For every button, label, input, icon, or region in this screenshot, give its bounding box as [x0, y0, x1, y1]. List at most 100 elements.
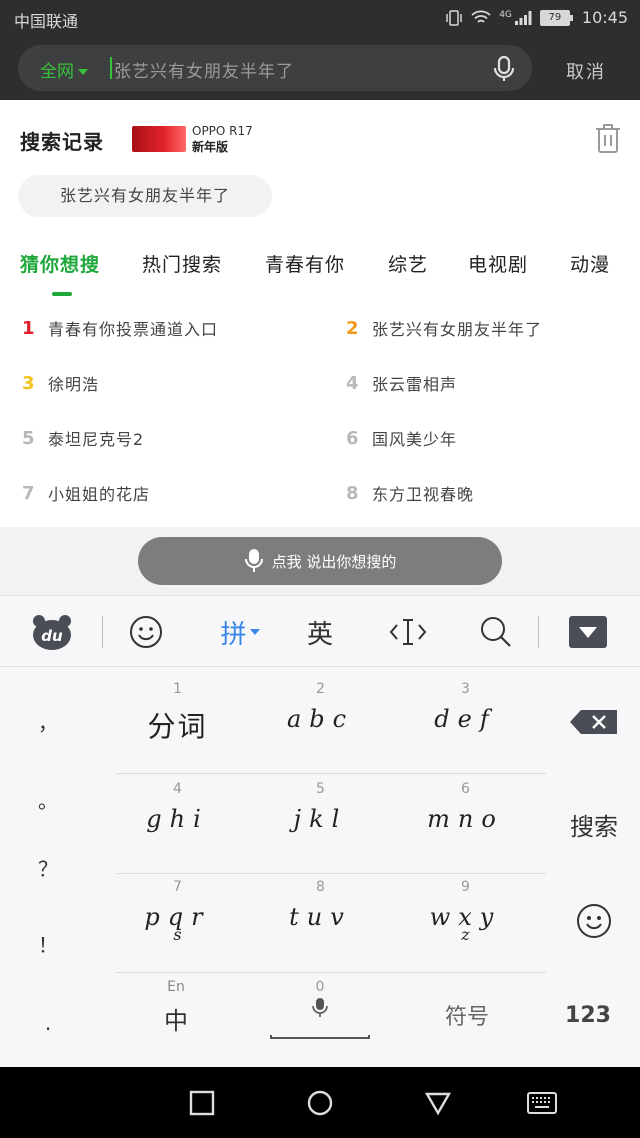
list-item[interactable]: 4 张云雷相声: [346, 365, 457, 401]
key-letters: ghi: [146, 805, 209, 833]
pinyin-mode-button[interactable]: 拼: [210, 610, 270, 654]
key-number: 9: [461, 879, 470, 895]
cursor-move-icon[interactable]: [386, 610, 430, 654]
list-item[interactable]: 7 小姐姐的花店: [22, 475, 150, 511]
list-item[interactable]: 6 国风美少年: [346, 420, 457, 456]
home-icon[interactable]: [306, 1089, 334, 1117]
key-1[interactable]: 1 分词: [106, 667, 249, 763]
rank-number: 5: [22, 427, 35, 449]
recent-apps-icon[interactable]: [188, 1089, 216, 1117]
search-key[interactable]: 搜索: [548, 807, 640, 842]
tab-anime[interactable]: 动漫: [570, 250, 610, 277]
cancel-button[interactable]: 取消: [566, 58, 606, 84]
tab-youth[interactable]: 青春有你: [265, 250, 345, 277]
tab-variety[interactable]: 综艺: [388, 250, 428, 277]
punct-question[interactable]: ？: [0, 853, 96, 882]
key-letters: tuv: [289, 903, 352, 931]
punct-dot[interactable]: .: [0, 1011, 96, 1035]
key-7[interactable]: 7 pqr s: [106, 865, 249, 961]
ad-tag: 新年版: [192, 140, 229, 154]
list-item[interactable]: 8 东方卫视春晚: [346, 475, 474, 511]
search-icon[interactable]: [474, 610, 518, 654]
emoji-key[interactable]: [548, 903, 640, 943]
pinyin-label: 拼: [220, 619, 247, 650]
caret-down-icon: [249, 629, 260, 635]
tab-guess[interactable]: 猜你想搜: [20, 250, 100, 277]
key-5[interactable]: 5 jkl: [249, 767, 392, 863]
history-chip[interactable]: 张艺兴有女朋友半年了: [18, 175, 272, 217]
category-tabs: 猜你想搜 热门搜索 青春有你 综艺 电视剧 动漫: [0, 250, 640, 290]
key-letters: 分词: [147, 710, 208, 743]
microphone-icon[interactable]: [490, 55, 518, 83]
key-2[interactable]: 2 abc: [249, 667, 392, 763]
key-letters: abc: [286, 705, 355, 733]
status-bar: 中国联通 4G 79 10:45: [0, 0, 640, 36]
voice-search-button[interactable]: 点我 说出你想搜的: [138, 537, 502, 585]
item-title: 国风美少年: [372, 430, 458, 449]
key-3[interactable]: 3 def: [394, 667, 537, 763]
network-type: 4G: [499, 9, 512, 20]
space-bar-line: [270, 1035, 370, 1039]
clock: 10:45: [581, 8, 628, 27]
key-9[interactable]: 9 wxy z: [394, 865, 537, 961]
list-item[interactable]: 1 青春有你投票通道入口: [22, 310, 218, 346]
ad-brand: OPPO R17: [192, 124, 253, 138]
item-title: 小姐姐的花店: [48, 485, 151, 504]
rank-number: 2: [346, 317, 359, 339]
numbers-key[interactable]: 123: [548, 1003, 628, 1028]
text-cursor: [110, 57, 112, 79]
keyboard-toolbar: du 拼 英: [0, 595, 640, 667]
rank-number: 8: [346, 482, 359, 504]
trash-icon[interactable]: [594, 122, 622, 154]
tab-indicator: [52, 292, 72, 296]
back-icon[interactable]: [424, 1089, 452, 1117]
signal-icon: [514, 10, 532, 25]
status-icons: 4G 79 10:45: [445, 8, 628, 27]
tab-hot[interactable]: 热门搜索: [142, 250, 222, 277]
key-extra-letter: z: [461, 925, 470, 944]
key-number: 8: [316, 879, 325, 895]
language-switch-key[interactable]: En 中: [136, 979, 216, 1036]
punct-exclaim[interactable]: ！: [0, 929, 96, 958]
list-item[interactable]: 3 徐明浩: [22, 365, 99, 401]
key-letters: mno: [427, 805, 504, 833]
key-number: 2: [316, 681, 325, 697]
microphone-icon: [312, 998, 328, 1017]
english-mode-button[interactable]: 英: [298, 610, 342, 654]
space-key[interactable]: 0: [270, 979, 370, 1045]
wifi-icon: [471, 10, 491, 23]
scope-label: 全网: [40, 62, 74, 82]
item-title: 张艺兴有女朋友半年了: [372, 320, 543, 339]
voice-button-label: 点我 说出你想搜的: [271, 552, 397, 571]
lang-hint: En: [167, 979, 185, 995]
navigation-bar: [0, 1067, 640, 1138]
search-header: 全网 张艺兴有女朋友半年了 取消: [0, 36, 640, 100]
search-query: 张艺兴有女朋友半年了: [114, 62, 294, 82]
symbols-key[interactable]: 符号: [424, 999, 510, 1031]
emoji-icon[interactable]: [124, 610, 168, 654]
item-title: 泰坦尼克号2: [48, 430, 145, 449]
backspace-button[interactable]: [548, 709, 640, 739]
ad-banner[interactable]: OPPO R17 新年版: [132, 124, 268, 154]
list-item[interactable]: 5 泰坦尼克号2: [22, 420, 144, 456]
rank-number: 4: [346, 372, 359, 394]
list-item[interactable]: 2 张艺兴有女朋友半年了: [346, 310, 542, 346]
keyboard: ， 。 ？ ！ . 1 分词 2 abc 3 def 4 ghi 5 jkl 6 mno 7…: [0, 667, 640, 1067]
key-6[interactable]: 6 mno: [394, 767, 537, 863]
punct-comma[interactable]: ，: [0, 707, 96, 736]
toolbar-divider: [538, 616, 539, 648]
voice-area: 点我 说出你想搜的: [0, 527, 640, 595]
baidu-logo-icon[interactable]: du: [28, 610, 76, 654]
keyboard-icon[interactable]: [526, 1089, 558, 1117]
item-title: 东方卫视春晚: [372, 485, 475, 504]
hide-keyboard-icon[interactable]: [566, 610, 610, 654]
caret-down-icon: [78, 69, 88, 75]
tab-tv[interactable]: 电视剧: [468, 250, 528, 277]
search-input[interactable]: 全网 张艺兴有女朋友半年了: [18, 45, 532, 91]
history-title: 搜索记录: [20, 130, 104, 154]
rank-number: 7: [22, 482, 35, 504]
key-8[interactable]: 8 tuv: [249, 865, 392, 961]
key-4[interactable]: 4 ghi: [106, 767, 249, 863]
punct-period[interactable]: 。: [0, 785, 96, 814]
scope-dropdown[interactable]: 全网: [40, 57, 88, 82]
